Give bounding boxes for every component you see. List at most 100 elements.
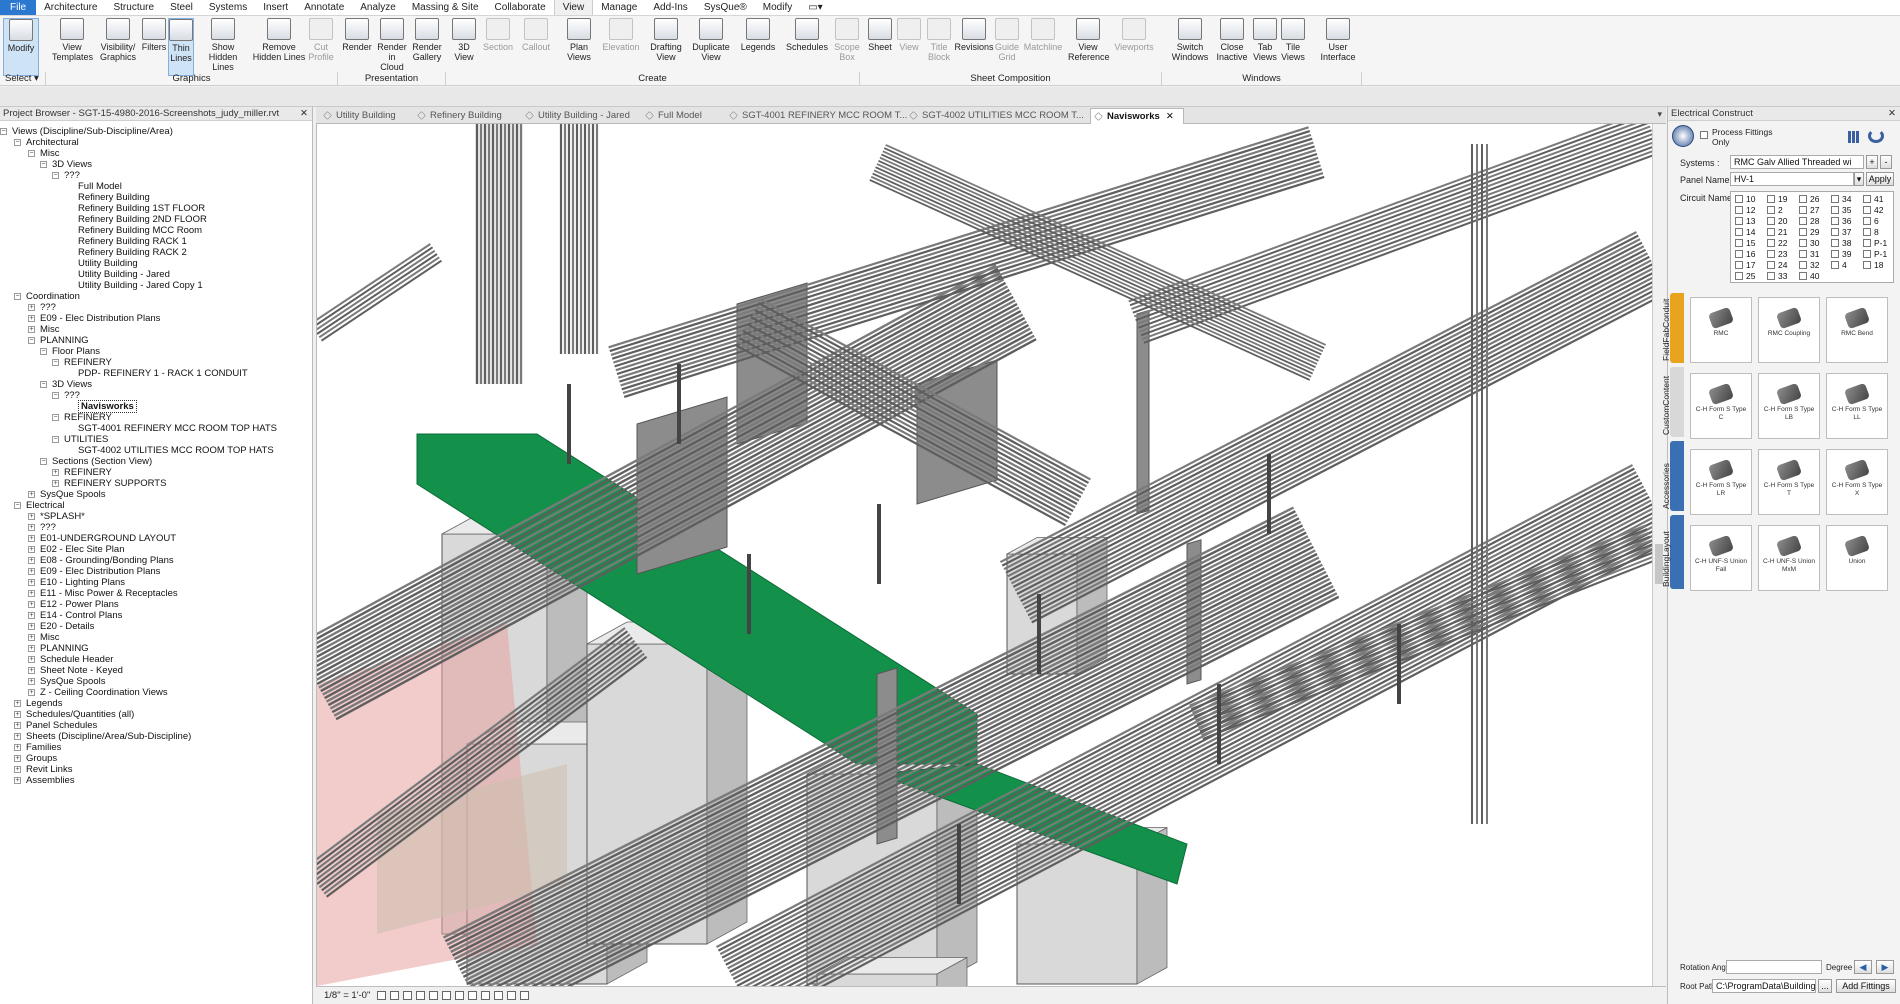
circuit-checkbox[interactable] [1799, 272, 1807, 280]
guide-grid-button[interactable]: Guide Grid [994, 18, 1020, 76]
tree-toggle-icon[interactable]: + [28, 689, 35, 696]
visual-style-icon[interactable] [389, 990, 399, 1000]
tree-toggle-icon[interactable]: + [52, 469, 59, 476]
tab-buildinglayout[interactable]: BuildingLayout [1661, 515, 1684, 589]
callout-button[interactable]: Callout [520, 18, 552, 76]
tree-toggle-icon[interactable]: + [28, 513, 35, 520]
rendering-icon[interactable] [428, 990, 438, 1000]
circuit-checkbox[interactable] [1831, 206, 1839, 214]
tree-toggle-icon[interactable]: + [28, 491, 35, 498]
circuit-checkbox[interactable] [1735, 272, 1743, 280]
circuit-checkbox[interactable] [1863, 239, 1871, 247]
shadows-icon[interactable] [415, 990, 425, 1000]
circuit-checkbox[interactable] [1799, 261, 1807, 269]
circuit-checkbox[interactable] [1831, 261, 1839, 269]
menu-modify[interactable]: Modify [755, 0, 800, 15]
tree-toggle-icon[interactable]: + [14, 711, 21, 718]
add-system-button[interactable]: + [1866, 155, 1878, 169]
rotate-right-arrow-icon[interactable]: ▶ [1876, 960, 1894, 974]
plan-views-button[interactable]: Plan Views [564, 18, 594, 76]
detail-level-icon[interactable] [376, 990, 386, 1000]
circuit-checkbox[interactable] [1735, 206, 1743, 214]
modify-button[interactable]: Modify [3, 18, 39, 76]
crop-view-icon[interactable] [441, 990, 451, 1000]
show-hidden-lines-button[interactable]: Show Hidden Lines [198, 18, 248, 76]
tab-sgt-4001[interactable]: SGT-4001 REFINERY MCC ROOM T... [726, 108, 907, 124]
view-on-sheet-button[interactable]: View [896, 18, 922, 76]
tab-sgt-4002[interactable]: SGT-4002 UTILITIES MCC ROOM T... [906, 108, 1084, 124]
revisions-button[interactable]: Revisions [954, 18, 994, 76]
render-button[interactable]: Render [342, 18, 372, 76]
menu-file[interactable]: File [0, 0, 37, 15]
circuit-checkbox[interactable] [1767, 228, 1775, 236]
tree-toggle-icon[interactable]: + [28, 557, 35, 564]
view-scale[interactable]: 1/8" = 1'-0" [324, 990, 370, 1001]
tree-toggle-icon[interactable]: + [14, 744, 21, 751]
remove-hidden-lines-button[interactable]: Remove Hidden Lines [252, 18, 306, 76]
tree-toggle-icon[interactable]: + [28, 612, 35, 619]
section-button[interactable]: Section [482, 18, 514, 76]
tree-toggle-icon[interactable]: + [28, 678, 35, 685]
circuit-checkbox[interactable] [1767, 261, 1775, 269]
view-reference-button[interactable]: View Reference [1068, 18, 1110, 76]
menu-sysque[interactable]: SysQue® [696, 0, 755, 15]
menu-steel[interactable]: Steel [162, 0, 201, 15]
apply-button[interactable]: Apply [1866, 172, 1894, 186]
3d-view-button[interactable]: 3D View [450, 18, 478, 76]
tree-item[interactable]: Assemblies [26, 774, 75, 787]
sun-path-icon[interactable] [402, 990, 412, 1000]
menu-insert[interactable]: Insert [255, 0, 296, 15]
fitting-tile[interactable]: C-H Form S Type LR [1690, 449, 1752, 515]
menu-collaborate[interactable]: Collaborate [487, 0, 554, 15]
tree-item[interactable]: Utility Building - Jared Copy 1 [78, 279, 203, 292]
tree-toggle-icon[interactable]: + [14, 722, 21, 729]
tree-toggle-icon[interactable]: + [14, 700, 21, 707]
tree-toggle-icon[interactable]: + [28, 535, 35, 542]
refresh-icon[interactable] [1868, 129, 1884, 143]
tree-toggle-icon[interactable]: + [28, 623, 35, 630]
menu-analyze[interactable]: Analyze [352, 0, 404, 15]
tree-toggle-icon[interactable]: + [28, 304, 35, 311]
tree-toggle-icon[interactable]: + [28, 546, 35, 553]
tab-utility-building-jared[interactable]: Utility Building - Jared [522, 108, 640, 124]
fitting-tile[interactable]: C-H UNF-S Union Fall [1690, 525, 1752, 591]
circuit-checkbox[interactable] [1767, 250, 1775, 258]
grid-view-icon[interactable] [1848, 131, 1860, 143]
menu-massing-site[interactable]: Massing & Site [404, 0, 487, 15]
circuit-checkbox[interactable] [1735, 250, 1743, 258]
tree-toggle-icon[interactable]: + [28, 667, 35, 674]
close-icon[interactable]: ✕ [300, 107, 308, 121]
drafting-view-button[interactable]: Drafting View [648, 18, 684, 76]
tree-toggle-icon[interactable]: + [28, 524, 35, 531]
tree-toggle-icon[interactable]: − [52, 392, 59, 399]
circuit-checkbox[interactable] [1735, 261, 1743, 269]
root-path-input[interactable]: C:\ProgramData\BuildingD [1712, 979, 1816, 993]
tree-toggle-icon[interactable]: + [28, 590, 35, 597]
circuit-checkbox[interactable] [1831, 228, 1839, 236]
tab-full-model[interactable]: Full Model [642, 108, 722, 124]
tree-toggle-icon[interactable]: + [14, 755, 21, 762]
close-tab-icon[interactable]: ✕ [1166, 111, 1174, 122]
fitting-tile[interactable]: RMC Coupling [1758, 297, 1820, 363]
tree-toggle-icon[interactable]: + [28, 634, 35, 641]
reveal-hidden-icon[interactable] [493, 990, 503, 1000]
circuit-checkbox[interactable] [1767, 195, 1775, 203]
tab-utility-building[interactable]: Utility Building [320, 108, 410, 124]
circuit-checkbox[interactable] [1735, 195, 1743, 203]
tree-toggle-icon[interactable]: + [14, 766, 21, 773]
tree-toggle-icon[interactable]: + [28, 315, 35, 322]
tree-toggle-icon[interactable]: − [52, 172, 59, 179]
select-panel-label[interactable]: Select ▾ [0, 72, 46, 85]
menu-manage[interactable]: Manage [593, 0, 645, 15]
matchline-button[interactable]: Matchline [1022, 18, 1064, 76]
circuit-checkbox[interactable] [1863, 195, 1871, 203]
menu-systems[interactable]: Systems [201, 0, 255, 15]
sheet-button[interactable]: Sheet [866, 18, 894, 76]
duplicate-view-button[interactable]: Duplicate View [690, 18, 732, 76]
render-in-cloud-button[interactable]: Render in Cloud [376, 18, 408, 76]
thin-lines-button[interactable]: Thin Lines [168, 18, 194, 76]
filters-button[interactable]: Filters [140, 18, 168, 76]
fitting-tile[interactable]: C-H Form S Type T [1758, 449, 1820, 515]
tabs-overflow-icon[interactable]: ▾ [1657, 109, 1662, 120]
close-icon[interactable]: ✕ [1888, 107, 1896, 121]
